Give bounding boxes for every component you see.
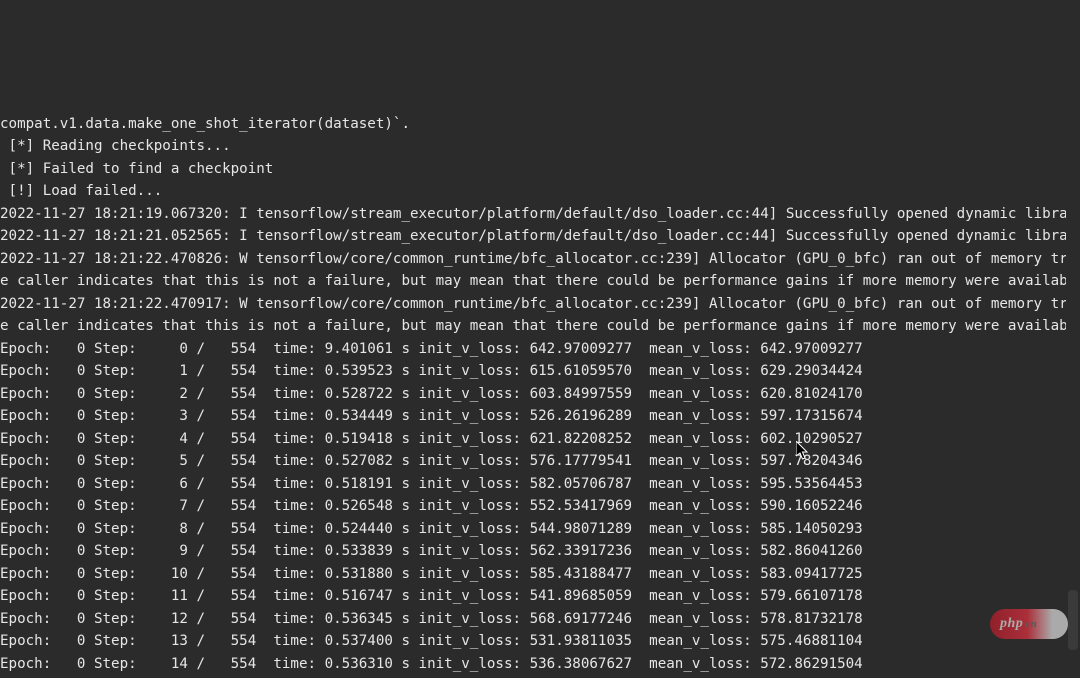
log-line: e caller indicates that this is not a fa…	[0, 315, 1080, 338]
epoch-line: Epoch: 0 Step: 12 / 554 time: 0.536345 s…	[0, 608, 1080, 631]
epoch-line: Epoch: 0 Step: 5 / 554 time: 0.527082 s …	[0, 450, 1080, 473]
log-line: compat.v1.data.make_one_shot_iterator(da…	[0, 113, 1080, 136]
log-line: [*] Failed to find a checkpoint	[0, 158, 1080, 181]
epoch-line: Epoch: 0 Step: 2 / 554 time: 0.528722 s …	[0, 383, 1080, 406]
log-line: 2022-11-27 18:21:22.470917: W tensorflow…	[0, 293, 1080, 316]
log-line: [!] Load failed...	[0, 180, 1080, 203]
scrollbar-thumb[interactable]	[1068, 590, 1078, 650]
log-line: 2022-11-27 18:21:19.067320: I tensorflow…	[0, 203, 1080, 226]
scrollbar-track[interactable]	[1066, 0, 1080, 655]
log-line: 2022-11-27 18:21:22.470826: W tensorflow…	[0, 248, 1080, 271]
epoch-line: Epoch: 0 Step: 1 / 554 time: 0.539523 s …	[0, 360, 1080, 383]
epoch-line: Epoch: 0 Step: 14 / 554 time: 0.536310 s…	[0, 653, 1080, 676]
epoch-line: Epoch: 0 Step: 3 / 554 time: 0.534449 s …	[0, 405, 1080, 428]
terminal-output[interactable]: compat.v1.data.make_one_shot_iterator(da…	[0, 113, 1080, 678]
epoch-line: Epoch: 0 Step: 10 / 554 time: 0.531880 s…	[0, 563, 1080, 586]
log-line: [*] Reading checkpoints...	[0, 135, 1080, 158]
log-line: e caller indicates that this is not a fa…	[0, 270, 1080, 293]
epoch-line: Epoch: 0 Step: 13 / 554 time: 0.537400 s…	[0, 630, 1080, 653]
epoch-line: Epoch: 0 Step: 7 / 554 time: 0.526548 s …	[0, 495, 1080, 518]
epoch-line: Epoch: 0 Step: 4 / 554 time: 0.519418 s …	[0, 428, 1080, 451]
epoch-line: Epoch: 0 Step: 9 / 554 time: 0.533839 s …	[0, 540, 1080, 563]
log-line: 2022-11-27 18:21:21.052565: I tensorflow…	[0, 225, 1080, 248]
epoch-line: Epoch: 0 Step: 8 / 554 time: 0.524440 s …	[0, 518, 1080, 541]
epoch-line: Epoch: 0 Step: 6 / 554 time: 0.518191 s …	[0, 473, 1080, 496]
epoch-line: Epoch: 0 Step: 11 / 554 time: 0.516747 s…	[0, 585, 1080, 608]
epoch-line: Epoch: 0 Step: 15 / 554 time: 0.521497 s…	[0, 675, 1080, 678]
epoch-line: Epoch: 0 Step: 0 / 554 time: 9.401061 s …	[0, 338, 1080, 361]
